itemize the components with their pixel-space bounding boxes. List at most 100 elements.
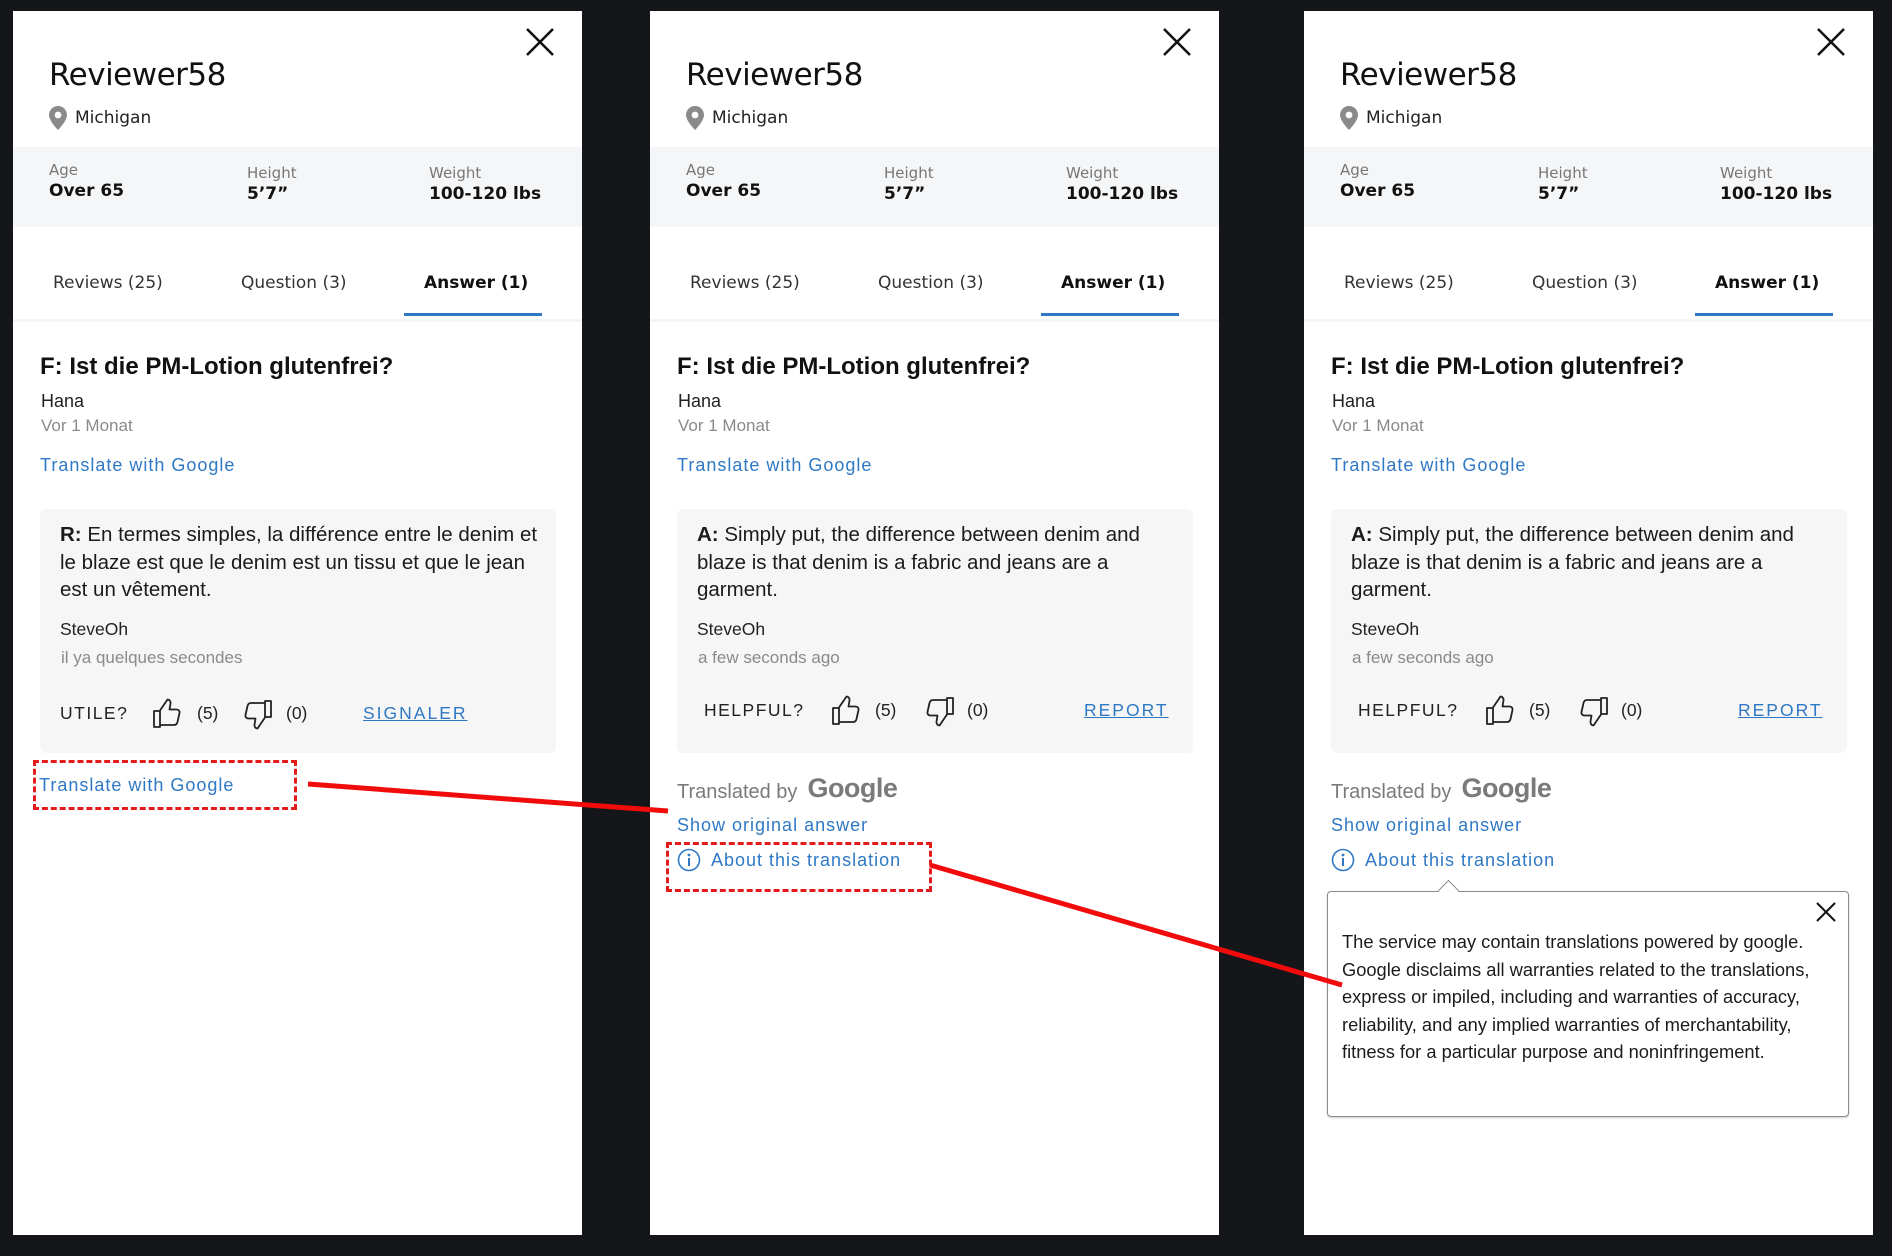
translated-by-google: Translated by Google [1331, 773, 1552, 804]
annotation-highlight-box [666, 842, 932, 892]
translated-by-label: Translated by [1331, 781, 1452, 803]
translate-question-link[interactable]: Translate with Google [677, 455, 872, 476]
stat-age: Age Over 65 [1340, 161, 1415, 201]
tab-bar: Reviews (25) Question (3) Answer (1) [13, 261, 582, 322]
stat-value: 100-120 lbs [1720, 184, 1833, 204]
active-tab-indicator [404, 313, 542, 316]
active-tab-indicator [1041, 313, 1179, 316]
question-time: Vor 1 Monat [41, 416, 133, 435]
answer-text: A: Simply put, the difference between de… [697, 521, 1177, 604]
answer-time: a few seconds ago [698, 648, 840, 667]
tab-questions[interactable]: Question (3) [878, 273, 984, 293]
thumbs-up-icon[interactable] [1485, 694, 1515, 726]
annotation-highlight-box [33, 760, 297, 810]
stat-label: Height [884, 164, 934, 182]
show-original-link[interactable]: Show original answer [1331, 815, 1522, 836]
popup-caret [1437, 879, 1460, 902]
report-link[interactable]: SIGNALER [363, 703, 468, 724]
stat-label: Age [49, 161, 79, 179]
helpful-count: (5) [1529, 700, 1551, 720]
stat-value: 5’7” [1538, 184, 1580, 204]
question-title: F: Ist die PM-Lotion glutenfrei? [677, 353, 1031, 380]
translate-question-link[interactable]: Translate with Google [40, 455, 235, 476]
thumbs-up-icon[interactable] [831, 694, 861, 726]
disclaimer-text: The service may contain translations pow… [1342, 931, 1810, 1062]
thumbs-down-icon[interactable] [1579, 696, 1609, 728]
about-translation-link[interactable]: About this translation [1331, 848, 1555, 872]
answer-card: A: Simply put, the difference between de… [677, 509, 1193, 753]
stat-value: Over 65 [49, 181, 125, 201]
answer-card: A: Simply put, the difference between de… [1331, 509, 1847, 753]
tab-bar: Reviews (25) Question (3) Answer (1) [1304, 261, 1873, 322]
thumbs-up-icon[interactable] [152, 697, 182, 729]
report-link[interactable]: REPORT [1738, 700, 1823, 721]
question-author: Hana [41, 391, 85, 411]
thumbs-down-icon[interactable] [925, 696, 955, 728]
answer-author: SteveOh [1351, 619, 1420, 639]
reviewer-stats: Age Over 65 Height 5’7” Weight 100-120 lbs [13, 147, 582, 227]
stat-label: Weight [429, 164, 482, 182]
stat-label: Height [247, 164, 297, 182]
stat-age: Age Over 65 [49, 161, 124, 201]
tab-answers[interactable]: Answer (1) [424, 273, 528, 293]
translated-by-label: Translated by [677, 781, 798, 803]
answer-body: Simply put, the difference between denim… [1351, 523, 1794, 602]
report-link[interactable]: REPORT [1084, 700, 1169, 721]
answer-prefix: A: [1351, 523, 1373, 546]
stat-label: Age [1340, 161, 1370, 179]
reviewer-location: Michigan [686, 106, 788, 130]
question-title: F: Ist die PM-Lotion glutenfrei? [40, 353, 394, 380]
panel-original-answer: Reviewer58 Michigan Age Over 65 Height 5’7… [13, 11, 582, 1235]
stat-value: Over 65 [1340, 181, 1416, 201]
answer-prefix: R: [60, 523, 82, 546]
close-icon[interactable] [1814, 900, 1838, 924]
tab-answers[interactable]: Answer (1) [1715, 273, 1819, 293]
translate-question-link[interactable]: Translate with Google [1331, 455, 1526, 476]
show-original-link[interactable]: Show original answer [677, 815, 868, 836]
tab-reviews[interactable]: Reviews (25) [690, 273, 800, 293]
stat-value: 5’7” [247, 184, 289, 204]
location-text: Michigan [712, 108, 789, 128]
answer-author: SteveOh [697, 619, 766, 639]
close-icon[interactable] [523, 25, 557, 59]
question-time: Vor 1 Monat [678, 416, 770, 435]
google-logo: Google [1461, 773, 1552, 803]
reviewer-stats: Age Over 65 Height 5’7” Weight 100-120 lbs [1304, 147, 1873, 227]
helpful-label: HELPFUL? [704, 700, 805, 720]
answer-card: R: En termes simples, la différence entr… [40, 509, 556, 753]
stat-label: Age [686, 161, 716, 179]
active-tab-indicator [1695, 313, 1833, 316]
stat-value: Over 65 [686, 181, 762, 201]
stat-weight: Weight 100-120 lbs [1720, 164, 1832, 204]
panel-translation-info: Reviewer58 Michigan Age Over 65 Height 5’7… [1304, 11, 1873, 1235]
answer-text: R: En termes simples, la différence entr… [60, 521, 540, 604]
reviewer-name: Reviewer58 [49, 57, 226, 93]
stat-height: Height 5’7” [247, 164, 297, 204]
helpful-count: (5) [875, 700, 897, 720]
translated-by-google: Translated by Google [677, 773, 898, 804]
location-pin-icon [49, 106, 67, 130]
tab-reviews[interactable]: Reviews (25) [53, 273, 163, 293]
question-author: Hana [1332, 391, 1376, 411]
answer-prefix: A: [697, 523, 719, 546]
reviewer-name: Reviewer58 [1340, 57, 1517, 93]
reviewer-location: Michigan [49, 106, 151, 130]
about-translation-label: About this translation [1365, 849, 1556, 870]
stat-value: 100-120 lbs [429, 184, 542, 204]
helpful-label: UTILE? [60, 703, 129, 723]
close-icon[interactable] [1160, 25, 1194, 59]
stat-height: Height 5’7” [884, 164, 934, 204]
thumbs-down-icon[interactable] [243, 699, 273, 731]
answer-body: Simply put, the difference between denim… [697, 523, 1140, 602]
tab-answers[interactable]: Answer (1) [1061, 273, 1165, 293]
close-icon[interactable] [1814, 25, 1848, 59]
tab-questions[interactable]: Question (3) [1532, 273, 1638, 293]
answer-time: il ya quelques secondes [61, 648, 243, 667]
unhelpful-count: (0) [1621, 700, 1643, 720]
tab-reviews[interactable]: Reviews (25) [1344, 273, 1454, 293]
question-title: F: Ist die PM-Lotion glutenfrei? [1331, 353, 1685, 380]
panel-translated-answer: Reviewer58 Michigan Age Over 65 Height 5’7… [650, 11, 1219, 1235]
tab-questions[interactable]: Question (3) [241, 273, 347, 293]
location-pin-icon [686, 106, 704, 130]
stat-age: Age Over 65 [686, 161, 761, 201]
